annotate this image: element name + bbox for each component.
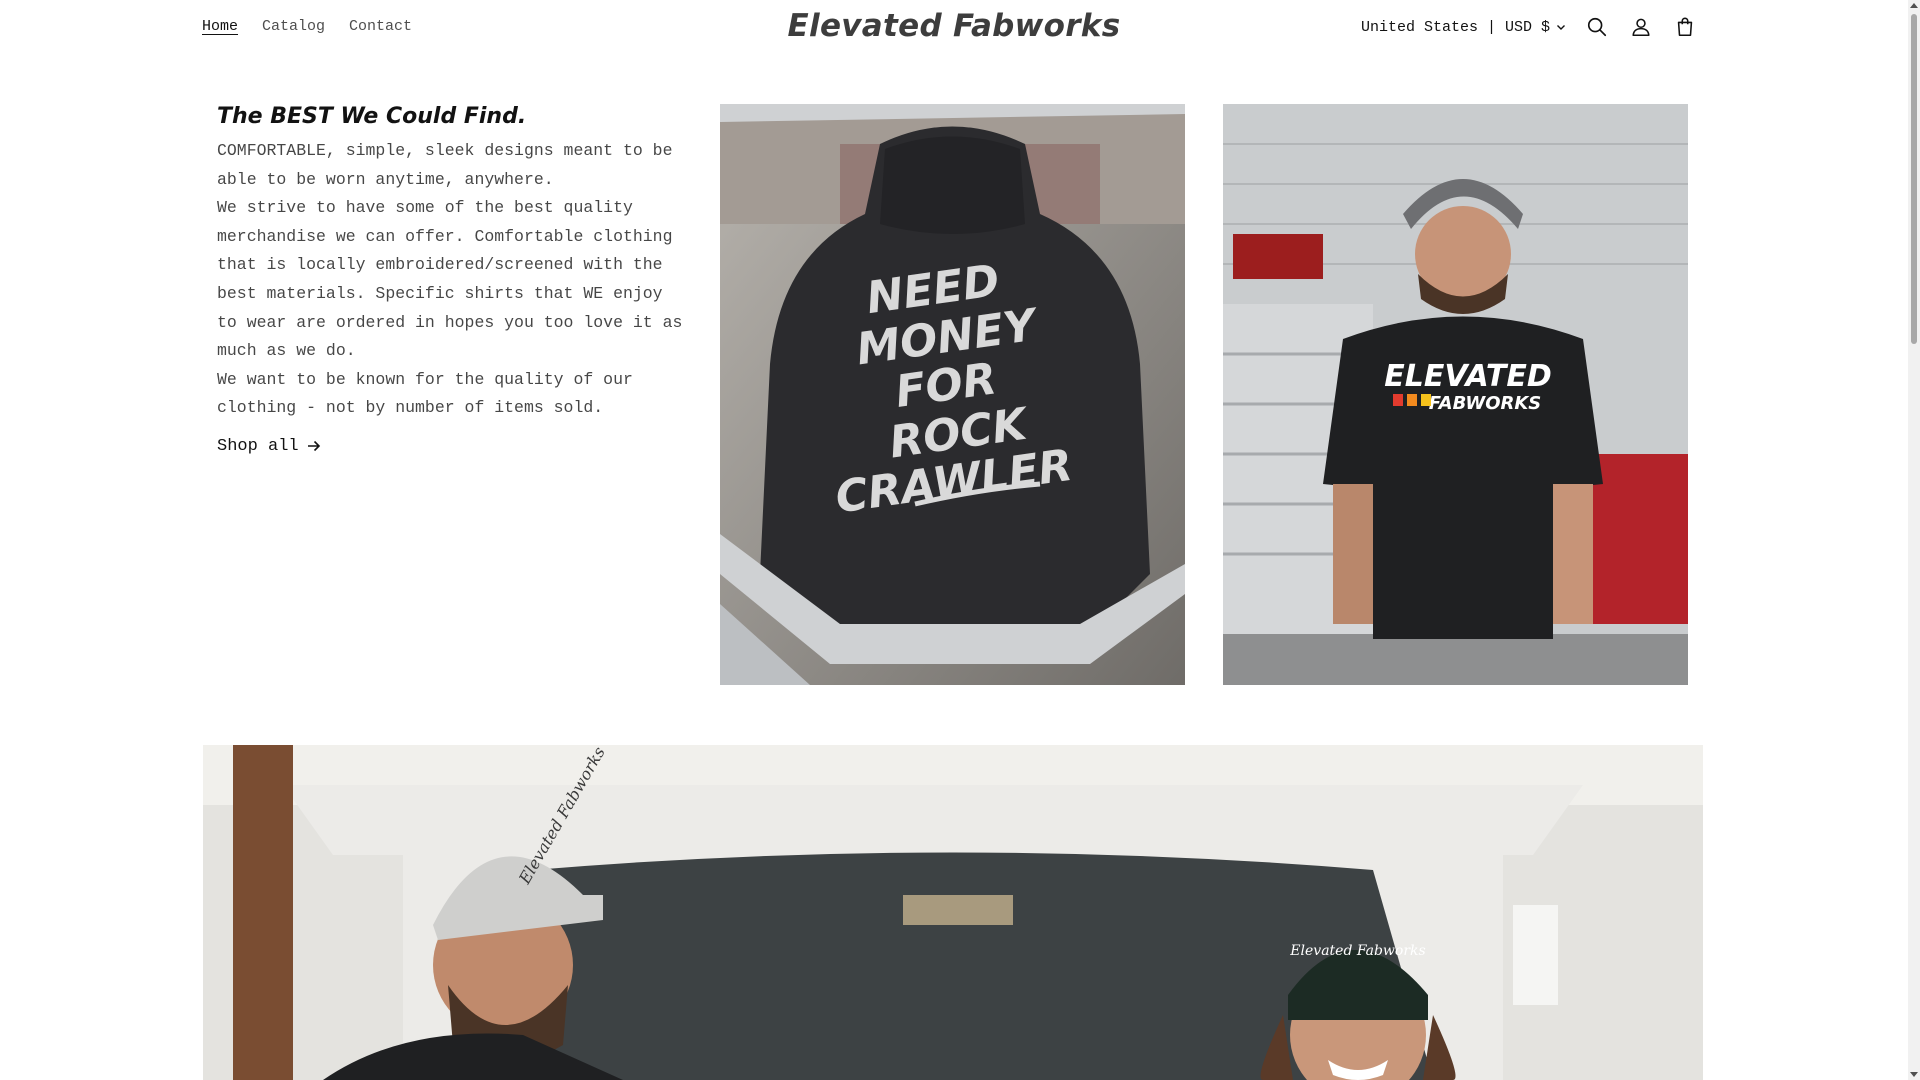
intro-paragraph-2: We strive to have some of the best quali…	[217, 198, 683, 361]
scroll-down-arrow-icon[interactable]	[1910, 1072, 1918, 1077]
site-header: Home Catalog Contact Elevated Fabworks U…	[0, 0, 1908, 60]
account-button[interactable]	[1628, 14, 1654, 40]
arrow-right-icon	[307, 441, 320, 452]
hoodie-photo: NEED MONEY FOR ROCK CRAWLER	[720, 104, 1185, 685]
locale-label: United States | USD $	[1360, 18, 1550, 36]
chevron-down-icon	[1557, 25, 1565, 30]
shop-all-label: Shop all	[217, 436, 299, 456]
banner-right-cap-logo: Elevated Fabworks	[1289, 943, 1425, 959]
intro-heading: The BEST We Could Find.	[217, 104, 527, 129]
search-button[interactable]	[1584, 14, 1610, 40]
intro-section: The BEST We Could Find. COMFORTABLE, sim…	[217, 104, 687, 456]
hoodie-illustration: NEED MONEY FOR ROCK CRAWLER	[720, 104, 1185, 685]
locale-selector[interactable]: United States | USD $	[1361, 19, 1566, 36]
search-icon	[1587, 17, 1607, 37]
page-scrollbar[interactable]	[1908, 0, 1920, 1080]
cart-icon	[1677, 17, 1693, 37]
shop-all-link[interactable]: Shop all	[217, 437, 321, 456]
tshirt-print-bottom: FABWORKS	[1429, 393, 1542, 414]
scroll-thumb[interactable]	[1911, 14, 1917, 344]
header-actions: United States | USD $	[1361, 14, 1698, 40]
intro-paragraph-1: COMFORTABLE, simple, sleek designs meant…	[217, 141, 673, 189]
tshirt-photo: ELEVATED FABWORKS	[1223, 104, 1688, 685]
intro-paragraph-3: We want to be known for the quality of o…	[217, 369, 633, 418]
banner-illustration: Elevated Fabworks Elevated Fabworks	[203, 745, 1703, 1080]
account-icon	[1632, 18, 1650, 37]
team-banner-photo: Elevated Fabworks Elevated Fabworks	[203, 745, 1703, 1080]
cart-button[interactable]	[1672, 14, 1698, 40]
scroll-up-arrow-icon[interactable]	[1910, 3, 1918, 8]
tshirt-print-top: ELEVATED	[1384, 359, 1552, 394]
tshirt-illustration: ELEVATED FABWORKS	[1223, 104, 1688, 685]
